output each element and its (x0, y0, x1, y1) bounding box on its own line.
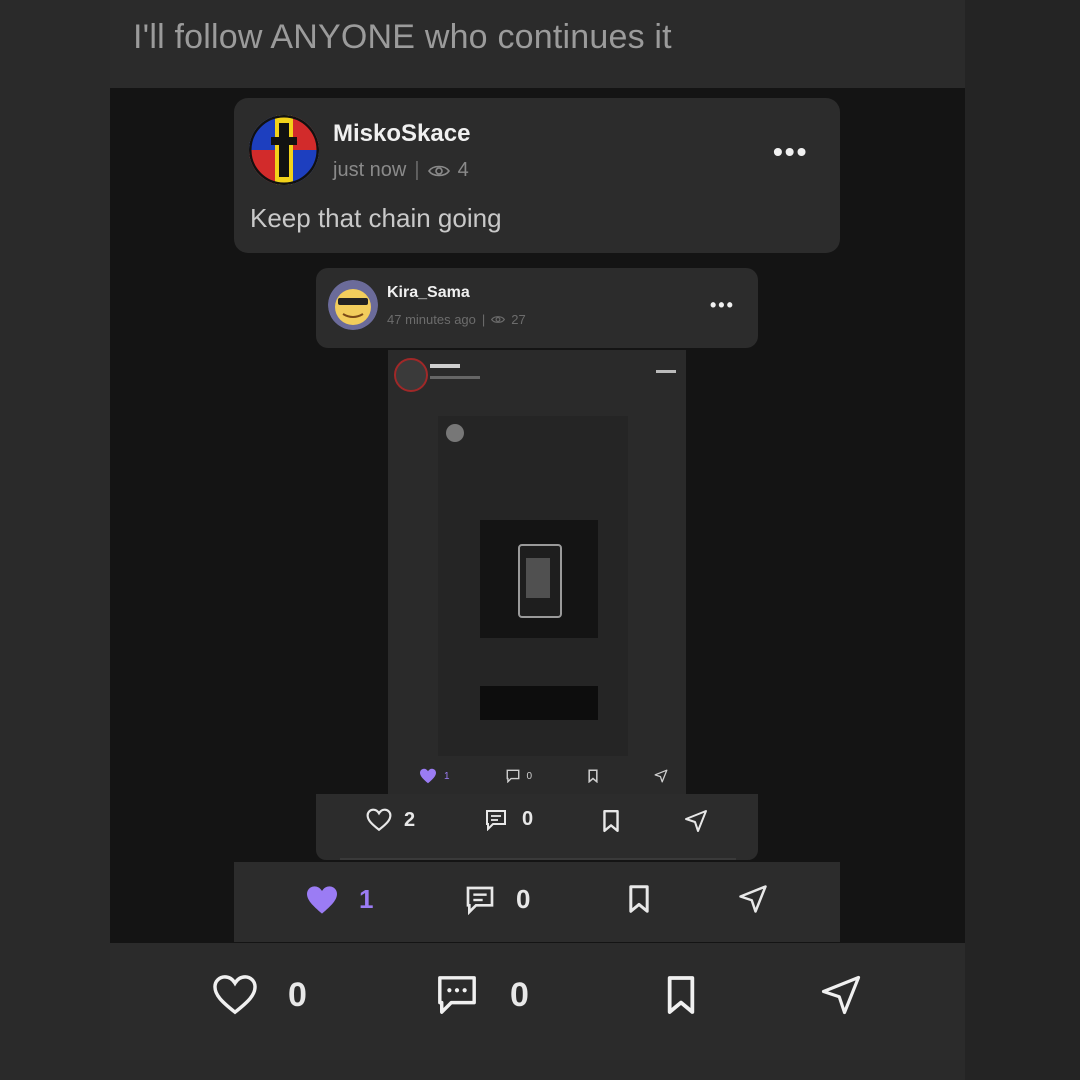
heart-outline-icon (366, 808, 392, 832)
comment-icon-outer (438, 976, 476, 1014)
user-avatar-2[interactable] (328, 280, 378, 330)
mini-more-dots (656, 370, 676, 373)
heart-outline-icon-outer (213, 975, 257, 1015)
comment-count-2: 0 (522, 808, 534, 830)
post-time-2: 47 minutes ago (387, 312, 476, 327)
eye-icon (427, 165, 450, 176)
eye-icon-2 (491, 316, 506, 323)
divider-2 (340, 858, 736, 860)
send-icon-2[interactable] (684, 809, 708, 833)
mini-username-line (430, 364, 460, 368)
send-icon[interactable] (654, 769, 668, 783)
comment-icon (506, 769, 519, 783)
username-2[interactable]: Kira_Sama (387, 284, 470, 302)
post-text: Keep that chain going (250, 203, 502, 233)
comment-button-1[interactable]: 0 (464, 884, 530, 915)
like-button[interactable]: 0 (212, 974, 307, 1016)
comment-count: 0 (510, 975, 529, 1014)
send-icon-1[interactable] (738, 884, 768, 914)
view-count-2: 27 (511, 312, 526, 327)
deep-bottom-bar (480, 686, 598, 720)
post-meta: just now | 4 (333, 159, 469, 182)
like-button-2[interactable]: 2 (366, 808, 415, 832)
mini-avatar (394, 358, 428, 392)
comment-count-1: 0 (516, 884, 531, 914)
more-options-button-2[interactable]: ••• (710, 296, 735, 314)
mini-like-count: 1 (444, 770, 450, 782)
view-count: 4 (457, 159, 469, 181)
nested-post-header-2 (316, 268, 758, 348)
user-avatar[interactable] (249, 115, 319, 185)
like-count-1: 1 (359, 884, 374, 914)
heart-filled-icon-1 (307, 885, 337, 914)
comment-icon-2 (486, 809, 506, 831)
heart-filled-icon (420, 768, 436, 784)
comment-button[interactable]: 0 (434, 974, 529, 1016)
deep-card (438, 416, 628, 756)
mini-actions: 1 0 (418, 766, 668, 786)
post-time: just now (333, 159, 407, 181)
mini-meta-line (430, 376, 480, 379)
meta-separator-2: | (481, 312, 486, 327)
mini-comment[interactable]: 0 (505, 769, 533, 783)
post-caption: I'll follow ANYONE who continues it (133, 18, 672, 56)
bookmark-icon[interactable] (587, 769, 599, 783)
flag-avatar-icon (249, 115, 319, 185)
bookmark-icon-2[interactable] (601, 809, 621, 833)
more-options-button[interactable]: ••• (773, 138, 808, 166)
mini-like[interactable]: 1 (418, 768, 450, 784)
bookmark-icon-1[interactable] (626, 884, 652, 914)
meta-separator: | (414, 159, 420, 181)
like-button-1[interactable]: 1 (305, 884, 373, 915)
like-count: 0 (288, 975, 307, 1014)
comment-button-2[interactable]: 0 (484, 808, 533, 831)
deep-avatar (446, 424, 464, 442)
emoji-avatar-icon (328, 280, 378, 330)
post-meta-2: 47 minutes ago | 27 (387, 312, 526, 327)
comment-icon-1 (466, 886, 494, 915)
deep-phone-inner (526, 558, 550, 598)
recursive-screenshot: 1 0 (388, 350, 686, 794)
bookmark-icon-outer[interactable] (664, 974, 698, 1016)
send-icon-outer[interactable] (820, 974, 862, 1016)
like-count-2: 2 (404, 808, 416, 831)
username[interactable]: MiskoSkace (333, 120, 470, 148)
mini-comment-count: 0 (526, 770, 533, 782)
right-gutter (965, 0, 1080, 1080)
